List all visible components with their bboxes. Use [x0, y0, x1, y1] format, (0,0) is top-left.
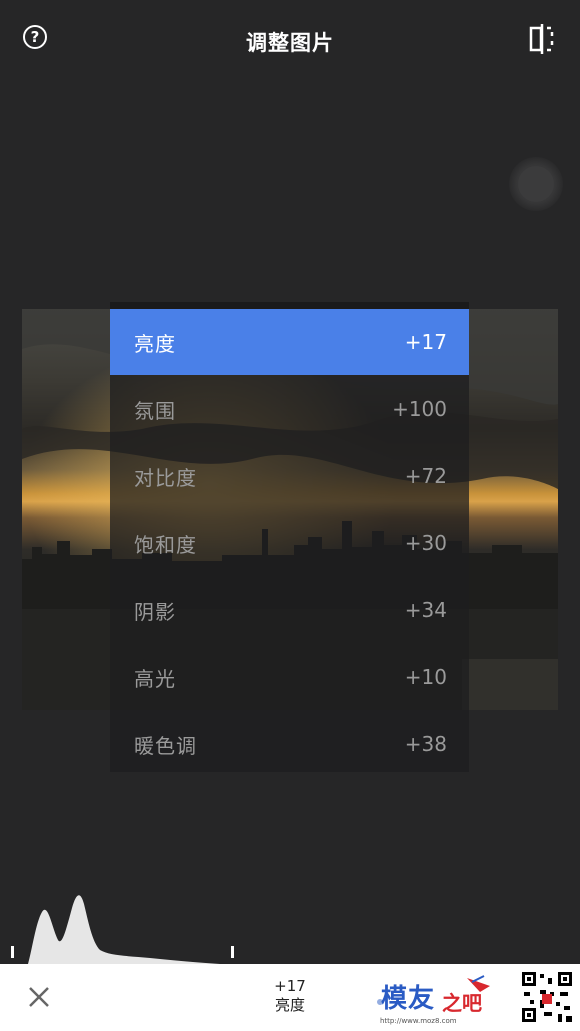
adjust-item-brightness[interactable]: 亮度 +17: [110, 309, 469, 375]
adjust-item-label: 高光: [134, 666, 176, 691]
bottom-bar: +17 亮度 模友 之吧 http://www.moz8.com: [0, 964, 580, 1031]
knob-center: [518, 166, 554, 202]
adjust-item-saturation[interactable]: 饱和度 +30: [110, 510, 469, 576]
adjust-item-value: +17: [404, 330, 447, 354]
watermark-url: http://www.moz8.com: [380, 1017, 457, 1025]
adjust-item-value: +38: [404, 732, 447, 756]
current-adjustment-value: +17: [274, 977, 306, 995]
watermark-brand: 模友: [381, 984, 436, 1014]
page-title: 调整图片: [246, 31, 334, 55]
compare-icon[interactable]: [527, 24, 557, 54]
adjust-item-label: 饱和度: [134, 532, 197, 557]
adjust-item-warmth[interactable]: 暖色调 +38: [110, 711, 469, 777]
adjust-drag-knob[interactable]: [509, 157, 563, 211]
adjustment-menu: 亮度 +17 氛围 +100 对比度 +72 饱和度 +30 阴影 +34 高光…: [110, 302, 469, 772]
top-bar: ? 调整图片: [0, 0, 580, 80]
adjust-item-label: 阴影: [134, 599, 176, 624]
adjust-item-value: +34: [404, 598, 447, 622]
adjust-item-label: 氛围: [134, 398, 176, 423]
adjust-item-shadows[interactable]: 阴影 +34: [110, 577, 469, 643]
close-icon[interactable]: [27, 985, 51, 1009]
adjust-item-value: +100: [392, 397, 447, 421]
watermark-brand-suffix: 之吧: [442, 991, 482, 1015]
current-adjustment-name: 亮度: [274, 996, 305, 1014]
histogram: [11, 895, 234, 964]
adjust-item-highlights[interactable]: 高光 +10: [110, 644, 469, 710]
qr-code-icon: [520, 970, 574, 1024]
adjust-item-value: +30: [404, 531, 447, 555]
adjust-item-label: 暖色调: [134, 733, 197, 758]
current-adjustment-readout: +17 亮度: [250, 977, 330, 1015]
adjust-item-value: +10: [404, 665, 447, 689]
adjust-item-contrast[interactable]: 对比度 +72: [110, 443, 469, 509]
adjust-item-label: 亮度: [134, 331, 176, 356]
adjust-item-value: +72: [404, 464, 447, 488]
adjust-item-ambiance[interactable]: 氛围 +100: [110, 376, 469, 442]
adjust-item-label: 对比度: [134, 465, 197, 490]
